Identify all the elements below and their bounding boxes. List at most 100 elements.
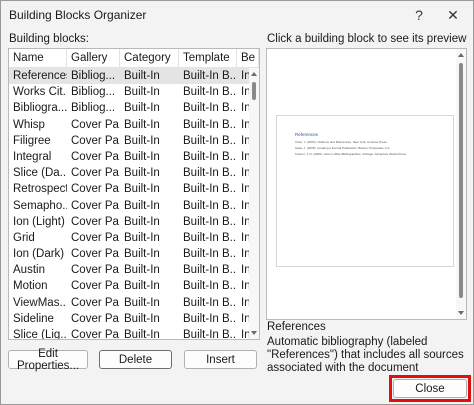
list-item[interactable]: ViewMas... Cover Pa... Built-In Built-In B.… bbox=[9, 295, 251, 311]
cell-category: Built-In bbox=[124, 70, 160, 82]
cell-name: Works Cit... bbox=[13, 86, 67, 99]
cell-template: Built-In B... bbox=[183, 329, 237, 340]
cell-name: Slice (Lig... bbox=[13, 329, 67, 340]
column-header-behavior[interactable]: Be bbox=[237, 49, 259, 67]
cell-gallery: Cover Pa... bbox=[71, 167, 120, 180]
preview-page: References Chen, J. (2003). Citations an… bbox=[276, 115, 454, 267]
list-item[interactable]: WhispCover Pa...Built-InBuilt-In B...In bbox=[9, 117, 251, 133]
list-item[interactable]: Slice (Lig... Cover Pa... Built-In Built-In… bbox=[9, 327, 251, 340]
preview-heading: References bbox=[295, 132, 319, 137]
cell-name: Whisp bbox=[13, 118, 45, 131]
cell-name: Integral bbox=[13, 150, 52, 163]
block-description: Automatic bibliography (labeled "Referen… bbox=[267, 336, 464, 374]
list-item[interactable]: Slice (Da... Cover Pa... Built-In Built-In … bbox=[9, 165, 251, 181]
list-item[interactable]: AustinCover Pa...Built-InBuilt-In B...In bbox=[9, 262, 251, 278]
cell-gallery: Cover Pa... bbox=[71, 329, 120, 340]
list-scrollbar[interactable] bbox=[249, 68, 259, 339]
cell-category: Built-In bbox=[124, 264, 160, 277]
list-item[interactable]: References Bibliog... Built-In Built-In B..… bbox=[9, 68, 251, 85]
list-item[interactable]: MotionCover Pa...Built-InBuilt-In B...In bbox=[9, 278, 251, 294]
cell-category: Built-In bbox=[124, 231, 160, 244]
delete-button[interactable]: Delete bbox=[99, 350, 172, 369]
building-blocks-list[interactable]: Name Gallery Category Template Be Refere… bbox=[8, 48, 260, 340]
list-item[interactable]: Ion (Light) Cover Pa... Built-In Built-In B… bbox=[9, 214, 251, 230]
preview-line: Haas, J. (2005). Creating a Formal Publi… bbox=[295, 146, 391, 150]
cell-category: Built-In bbox=[124, 86, 160, 99]
cell-gallery: Bibliog... bbox=[71, 86, 116, 99]
list-item[interactable]: Filigree Cover Pa... Built-In Built-In B...… bbox=[9, 133, 251, 149]
cell-name: Ion (Light) bbox=[13, 215, 65, 228]
cell-gallery: Cover Pa... bbox=[71, 118, 120, 131]
cell-template: Built-In B... bbox=[183, 150, 237, 163]
cell-template: Built-In B... bbox=[183, 102, 237, 115]
cell-category: Built-In bbox=[124, 296, 160, 309]
list-item[interactable]: Ion (Dark) Cover Pa... Built-In Built-In B.… bbox=[9, 246, 251, 262]
cell-category: Built-In bbox=[124, 134, 160, 147]
cell-name: Filigree bbox=[13, 134, 51, 147]
cell-name: Slice (Da... bbox=[13, 167, 67, 180]
cell-gallery: Cover Pa... bbox=[71, 215, 120, 228]
preview-scrollbar[interactable] bbox=[456, 49, 466, 319]
cell-name: Austin bbox=[13, 264, 45, 277]
cell-gallery: Cover Pa... bbox=[71, 199, 120, 212]
cell-name: Ion (Dark) bbox=[13, 248, 65, 261]
building-blocks-organizer-dialog: Building Blocks Organizer ? ✕ Building b… bbox=[0, 0, 474, 405]
cell-name: Motion bbox=[13, 280, 48, 293]
list-rows: References Bibliog... Built-In Built-In B..… bbox=[9, 68, 251, 340]
cell-gallery: Cover Pa... bbox=[71, 183, 120, 196]
preview-line: Chen, J. (2003). Citations and Reference… bbox=[295, 140, 388, 144]
cell-template: Built-In B... bbox=[183, 280, 237, 293]
help-button[interactable]: ? bbox=[405, 4, 433, 26]
list-item[interactable]: Semapho... Cover Pa... Built-In Built-In B.… bbox=[9, 198, 251, 214]
cell-template: Built-In B... bbox=[183, 86, 237, 99]
list-item[interactable]: Works Cit... Bibliog... Built-In Built-In B… bbox=[9, 84, 251, 100]
building-blocks-label: Building blocks: bbox=[9, 33, 89, 45]
preview-scroll-up-icon[interactable] bbox=[458, 53, 464, 57]
scroll-thumb[interactable] bbox=[252, 82, 256, 100]
close-icon[interactable]: ✕ bbox=[439, 4, 467, 26]
cell-template: Built-In B... bbox=[183, 264, 237, 277]
cell-template: Built-In B... bbox=[183, 312, 237, 325]
preview-scroll-down-icon[interactable] bbox=[458, 311, 464, 315]
list-item[interactable]: Sideline Cover Pa... Built-In Built-In B...… bbox=[9, 311, 251, 327]
cell-category: Built-In bbox=[124, 199, 160, 212]
list-item[interactable]: Bibliogra... Bibliog... Built-In Built-In B… bbox=[9, 100, 251, 116]
cell-gallery: Cover Pa... bbox=[71, 264, 120, 277]
scroll-down-icon[interactable] bbox=[251, 331, 257, 335]
scroll-up-icon[interactable] bbox=[251, 72, 257, 76]
cell-gallery: Cover Pa... bbox=[71, 231, 120, 244]
title-bar: Building Blocks Organizer ? ✕ bbox=[1, 1, 473, 29]
preview-scroll-thumb[interactable] bbox=[459, 63, 463, 298]
cell-template: Built-In B... bbox=[183, 199, 237, 212]
list-item[interactable]: Retrospect Cover Pa... Built-In Built-In B.… bbox=[9, 181, 251, 197]
cell-gallery: Cover Pa... bbox=[71, 134, 120, 147]
cell-gallery: Bibliog... bbox=[71, 102, 116, 115]
list-item[interactable]: GridCover Pa...Built-InBuilt-In B...In bbox=[9, 230, 251, 246]
column-header-category[interactable]: Category bbox=[120, 49, 179, 67]
cell-category: Built-In bbox=[124, 215, 160, 228]
insert-button[interactable]: Insert bbox=[184, 350, 257, 369]
cell-category: Built-In bbox=[124, 312, 160, 325]
column-header-template[interactable]: Template bbox=[179, 49, 237, 67]
cell-template: Built-In B... bbox=[183, 296, 237, 309]
cell-name: Retrospect bbox=[13, 183, 67, 196]
cell-name: Semapho... bbox=[13, 199, 67, 212]
cell-category: Built-In bbox=[124, 329, 160, 340]
edit-properties-button[interactable]: Edit Properties... bbox=[8, 348, 88, 372]
cell-name: ViewMas... bbox=[13, 296, 67, 309]
cell-template: Built-In B... bbox=[183, 118, 237, 131]
cell-gallery: Cover Pa... bbox=[71, 150, 120, 163]
close-button[interactable]: Close bbox=[393, 379, 467, 398]
cell-category: Built-In bbox=[124, 102, 160, 115]
cell-gallery: Cover Pa... bbox=[71, 248, 120, 261]
column-header-name[interactable]: Name bbox=[9, 49, 67, 67]
cell-name: References bbox=[13, 70, 67, 82]
column-header-gallery[interactable]: Gallery bbox=[67, 49, 120, 67]
cell-gallery: Bibliog... bbox=[71, 70, 116, 82]
cell-category: Built-In bbox=[124, 183, 160, 196]
list-item[interactable]: Integral Cover Pa... Built-In Built-In B...… bbox=[9, 149, 251, 165]
preview-pane: References Chen, J. (2003). Citations an… bbox=[266, 48, 467, 320]
cell-category: Built-In bbox=[124, 150, 160, 163]
cell-category: Built-In bbox=[124, 118, 160, 131]
cell-template: Built-In B... bbox=[183, 248, 237, 261]
